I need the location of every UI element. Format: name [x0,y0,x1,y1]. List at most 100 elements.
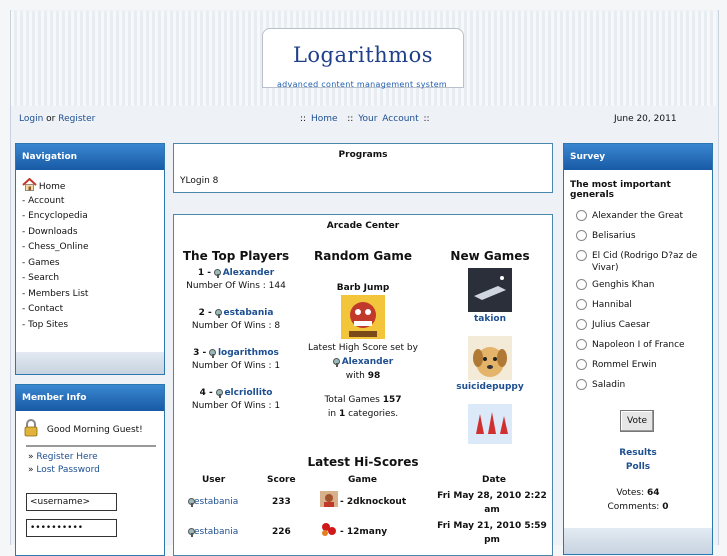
current-date: June 20, 2011 [614,114,677,124]
top-player-3: 3 - logarithmos [193,348,279,358]
random-game-heading: Random Game [314,249,412,263]
radio-button[interactable] [576,359,587,370]
survey-stats: Votes: 64 Comments: 0 [607,488,669,512]
score-user[interactable]: estabania [194,527,238,537]
nav-item-home[interactable]: Home [22,177,164,194]
member-info-title: Member Info [16,385,164,411]
top-players-section: The Top Players 1 - Alexander Number Of … [174,249,298,413]
results-link[interactable]: Results [619,448,657,458]
radio-button[interactable] [576,299,587,310]
new-games-section: New Games takion suicidepuppy [428,249,552,444]
key-icon [213,268,221,278]
nav-item-account[interactable]: - Account [22,194,164,210]
takion-thumbnail[interactable] [468,268,512,312]
login-register: Login or Register [19,114,95,124]
register-link[interactable]: Register [58,114,95,124]
top-players-heading: The Top Players [182,249,290,263]
nav-item-top-sites[interactable]: - Top Sites [22,318,164,334]
game-thumbnail[interactable] [320,491,338,507]
player-link[interactable]: elcriollito [224,388,272,398]
column-header: Game [348,475,377,485]
member-info-panel: Member Info Good Morning Guest! » Regist… [15,384,165,556]
padlock-icon [22,419,40,440]
player-link[interactable]: logarithmos [218,348,279,358]
score-user[interactable]: estabania [194,497,238,507]
top-player-4: 4 - elcriollito [199,388,273,398]
navigation-panel: Navigation Home - Account - Encyclopedia… [15,143,165,375]
site-logo[interactable]: Logarithmos [262,28,464,88]
your-account-link[interactable]: Your Account [358,114,418,124]
high-score-text: Latest High Score set by [308,343,418,353]
arcade-center-panel: Arcade Center The Top Players 1 - Alexan… [173,214,553,556]
random-game-section: Random Game Barb Jump Latest High Score … [298,249,428,421]
top-player-2: 2 - estabania [198,308,274,318]
member-links: » Register Here » Lost Password [28,452,100,475]
nav-item-members-list[interactable]: - Members List [22,287,164,303]
key-icon [188,497,195,507]
polls-link[interactable]: Polls [626,462,650,472]
nav-separator: :: [347,114,354,124]
nav-separator: :: [423,114,430,124]
lost-password-link[interactable]: Lost Password [36,465,99,475]
radio-button[interactable] [576,319,587,330]
survey-title: Survey [564,144,712,170]
programs-item[interactable]: YLogin 8 [180,176,218,186]
player-link[interactable]: estabania [223,308,273,318]
username-field[interactable]: <username> [26,493,117,511]
programs-panel: Programs YLogin 8 [173,143,553,193]
score-game[interactable]: - 2dknockout [340,497,406,507]
hiscores-heading: Latest Hi-Scores [307,455,419,469]
nav-item-games[interactable]: - Games [22,256,164,272]
navigation-title: Navigation [16,144,164,170]
survey-panel: Survey The most important generals Alexa… [563,143,713,555]
game-thumbnail[interactable] [320,521,338,537]
login-link[interactable]: Login [19,114,43,124]
survey-question: The most important generals [570,180,671,200]
home-link[interactable]: Home [311,114,338,124]
nav-item-contact[interactable]: - Contact [22,302,164,318]
random-game-name[interactable]: Barb Jump [298,281,428,295]
register-here-link[interactable]: Register Here [36,452,97,462]
password-field[interactable]: •••••••••• [26,519,117,537]
player-link[interactable]: Alexander [223,268,274,278]
or-text: or [46,114,56,124]
score-value: 226 [272,527,291,537]
programs-title: Programs [338,150,388,160]
suicidepuppy-thumbnail[interactable] [468,336,512,380]
nav-separator: :: [300,114,307,124]
navigation-list: Home - Account - Encyclopedia - Download… [16,170,164,333]
nav-item-encyclopedia[interactable]: - Encyclopedia [22,209,164,225]
home-icon [22,177,37,191]
new-game-link[interactable]: takion [428,314,552,324]
logo-tagline: advanced content management system [276,80,448,89]
radio-button[interactable] [576,339,587,350]
vote-button[interactable]: Vote [620,410,654,432]
high-score-player[interactable]: Alexander [342,357,393,367]
new-game-link[interactable]: suicidepuppy [428,382,552,392]
column-header: User [202,475,226,485]
score-value: 233 [272,497,291,507]
key-icon [215,388,223,398]
greeting-text: Good Morning Guest! [46,425,143,435]
votes-count: 64 [647,488,660,498]
top-player-1: 1 - Alexander [197,268,275,278]
radio-button[interactable] [576,230,587,241]
new-games-heading: New Games [450,249,530,263]
radio-button[interactable] [576,210,587,221]
score-date: Fri May 21, 2010 5:59 pm [437,521,547,545]
score-game[interactable]: - 12many [340,527,387,537]
barb-jump-thumbnail[interactable] [341,295,385,339]
logo-text: Logarithmos [292,43,434,67]
radio-button[interactable] [576,379,587,390]
panel-footer [16,352,164,374]
radio-button[interactable] [576,279,587,290]
table-row: estabania 233 - 2dknockout Fri May 28, 2… [174,489,552,519]
radio-button[interactable] [576,250,587,261]
column-header: Score [267,475,296,485]
nav-item-search[interactable]: - Search [22,271,164,287]
key-icon [214,308,222,318]
arcade-title: Arcade Center [326,221,400,231]
nav-item-chess-online[interactable]: - Chess_Online [22,240,164,256]
new-game-thumbnail[interactable] [468,404,512,444]
nav-item-downloads[interactable]: - Downloads [22,225,164,241]
